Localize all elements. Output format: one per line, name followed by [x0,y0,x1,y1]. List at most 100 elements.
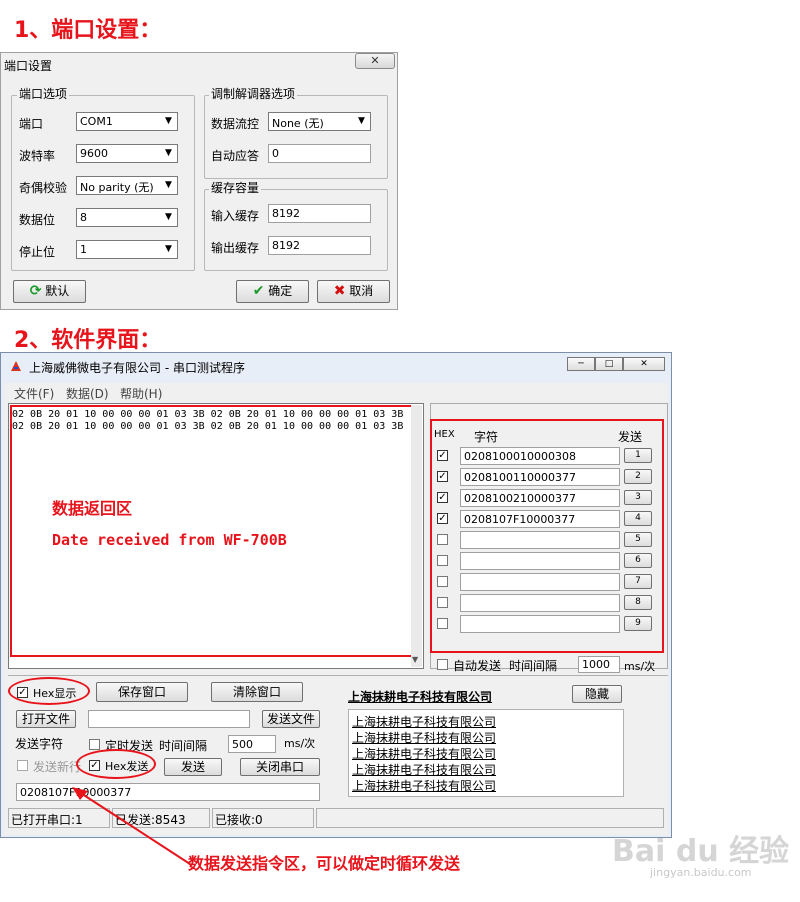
annotation-arrow [72,787,191,865]
dialog-title: 端口设置 [4,59,53,73]
send-row-hex-checkbox[interactable]: ✓ [437,513,448,524]
menu-file[interactable]: 文件(F) [14,385,54,402]
baud-label: 波特率 [19,149,56,163]
port-label: 端口 [19,117,44,131]
auto-interval-unit: ms/次 [624,660,656,673]
send-row-button[interactable]: 9 [624,616,652,631]
maximize-button[interactable]: □ [595,357,623,371]
send-row-hex-checkbox[interactable]: ✓ [437,471,448,482]
send-newline-label: 发送新行 [33,760,82,774]
close-icon: ✕ [370,54,380,67]
input-buffer-label: 输入缓存 [211,209,260,223]
receive-scrollbar[interactable] [411,405,422,667]
databits-select[interactable]: 8 ▼ [76,208,178,227]
input-buffer-input[interactable]: 8192 [268,204,371,223]
scroll-down-icon[interactable]: ▼ [412,655,418,664]
auto-send-label: 自动发送 [453,659,502,673]
heading-software-ui: 2、软件界面： [14,328,162,353]
send-row-hex-checkbox[interactable] [437,534,448,545]
send-file-button[interactable]: 发送文件 [262,710,320,728]
send-row-input[interactable]: 0208107F10000377 [460,510,620,528]
company-list-item[interactable]: 上海抹耕电子科技有限公司 [352,729,496,746]
auto-interval-input[interactable]: 1000 [578,656,620,673]
menu-data[interactable]: 数据(D) [66,385,109,402]
file-path-input[interactable] [88,710,250,728]
received-line-1: 02 0B 20 01 10 00 00 00 01 03 3B 02 0B 2… [12,409,404,420]
modem-options-group [204,95,388,179]
company-link[interactable]: 上海抹耕电子科技有限公司 [348,688,492,705]
modem-options-label: 调制解调器选项 [209,87,298,101]
company-list-item[interactable]: 上海抹耕电子科技有限公司 [352,745,496,762]
char-header: 字符 [474,430,499,444]
ok-button[interactable]: ✔ 确定 [236,280,309,303]
auto-answer-input[interactable]: 0 [268,144,371,163]
minimize-icon: ─ [578,359,584,369]
close-port-button[interactable]: 关闭串口 [240,758,320,776]
send-row-hex-checkbox[interactable] [437,597,448,608]
company-list-item[interactable]: 上海抹耕电子科技有限公司 [352,777,496,794]
save-window-button[interactable]: 保存窗口 [96,682,188,702]
send-row-hex-checkbox[interactable] [437,618,448,629]
send-row-button[interactable]: 7 [624,574,652,589]
default-button[interactable]: ⟳ 默认 [13,280,86,303]
divider [8,675,668,676]
flow-label: 数据流控 [211,117,260,131]
status-received: 已接收:0 [212,808,314,828]
port-select[interactable]: COM1 ▼ [76,112,178,131]
send-row-input[interactable] [460,615,620,633]
send-row-input[interactable] [460,573,620,591]
parity-select[interactable]: No parity (无) ▼ [76,176,178,195]
interval-label: 时间间隔 [159,739,208,753]
maximize-icon: □ [604,359,614,369]
dialog-close-button[interactable]: ✕ [355,53,395,69]
send-row-input[interactable]: 0208100010000308 [460,447,620,465]
timed-send-checkbox[interactable] [89,739,100,750]
send-row-button[interactable]: 5 [624,532,652,547]
hide-button[interactable]: 隐藏 [572,685,622,703]
auto-interval-label: 时间间隔 [509,659,558,673]
hex-header: HEX [434,429,455,440]
cancel-button[interactable]: ✖ 取消 [317,280,390,303]
send-button[interactable]: 发送 [164,758,222,776]
send-row-hex-checkbox[interactable]: ✓ [437,450,448,461]
menu-help[interactable]: 帮助(H) [120,385,162,402]
send-row-input[interactable] [460,594,620,612]
send-row-button[interactable]: 3 [624,490,652,505]
window-client: 文件(F) 数据(D) 帮助(H) 02 0B 20 01 10 00 00 0… [4,383,668,835]
databits-label: 数据位 [19,213,56,227]
send-row-hex-checkbox[interactable] [437,576,448,587]
chevron-down-icon: ▼ [161,210,176,225]
send-header: 发送 [618,430,643,444]
baud-select[interactable]: 9600 ▼ [76,144,178,163]
output-buffer-label: 输出缓存 [211,241,260,255]
send-row-hex-checkbox[interactable]: ✓ [437,492,448,503]
send-row-button[interactable]: 4 [624,511,652,526]
heading-port-settings: 1、端口设置： [14,18,162,43]
flow-select[interactable]: None (无) ▼ [268,112,371,131]
send-row-input[interactable] [460,552,620,570]
send-row-input[interactable]: 0208100210000377 [460,489,620,507]
send-row-button[interactable]: 1 [624,448,652,463]
minimize-button[interactable]: ─ [567,357,595,371]
close-icon: ✕ [640,359,648,369]
stopbits-select[interactable]: 1 ▼ [76,240,178,259]
hex-send-highlight [76,749,156,779]
window-close-button[interactable]: ✕ [623,357,665,371]
auto-send-checkbox[interactable] [437,659,448,670]
open-file-button[interactable]: 打开文件 [16,710,76,728]
send-newline-checkbox[interactable] [17,760,28,771]
window-title: 上海威佛微电子有限公司 - 串口测试程序 [29,361,245,375]
send-row-input[interactable] [460,531,620,549]
send-row-hex-checkbox[interactable] [437,555,448,566]
send-row-button[interactable]: 6 [624,553,652,568]
company-list-item[interactable]: 上海抹耕电子科技有限公司 [352,713,496,730]
send-row-button[interactable]: 2 [624,469,652,484]
send-area-note: 数据发送指令区，可以做定时循环发送 [188,854,461,873]
clear-window-button[interactable]: 清除窗口 [211,682,303,702]
send-row-input[interactable]: 0208100110000377 [460,468,620,486]
send-row-button[interactable]: 8 [624,595,652,610]
output-buffer-input[interactable]: 8192 [268,236,371,255]
company-list-item[interactable]: 上海抹耕电子科技有限公司 [352,761,496,778]
buffer-label: 缓存容量 [209,181,262,195]
interval-input[interactable]: 500 [228,735,276,753]
